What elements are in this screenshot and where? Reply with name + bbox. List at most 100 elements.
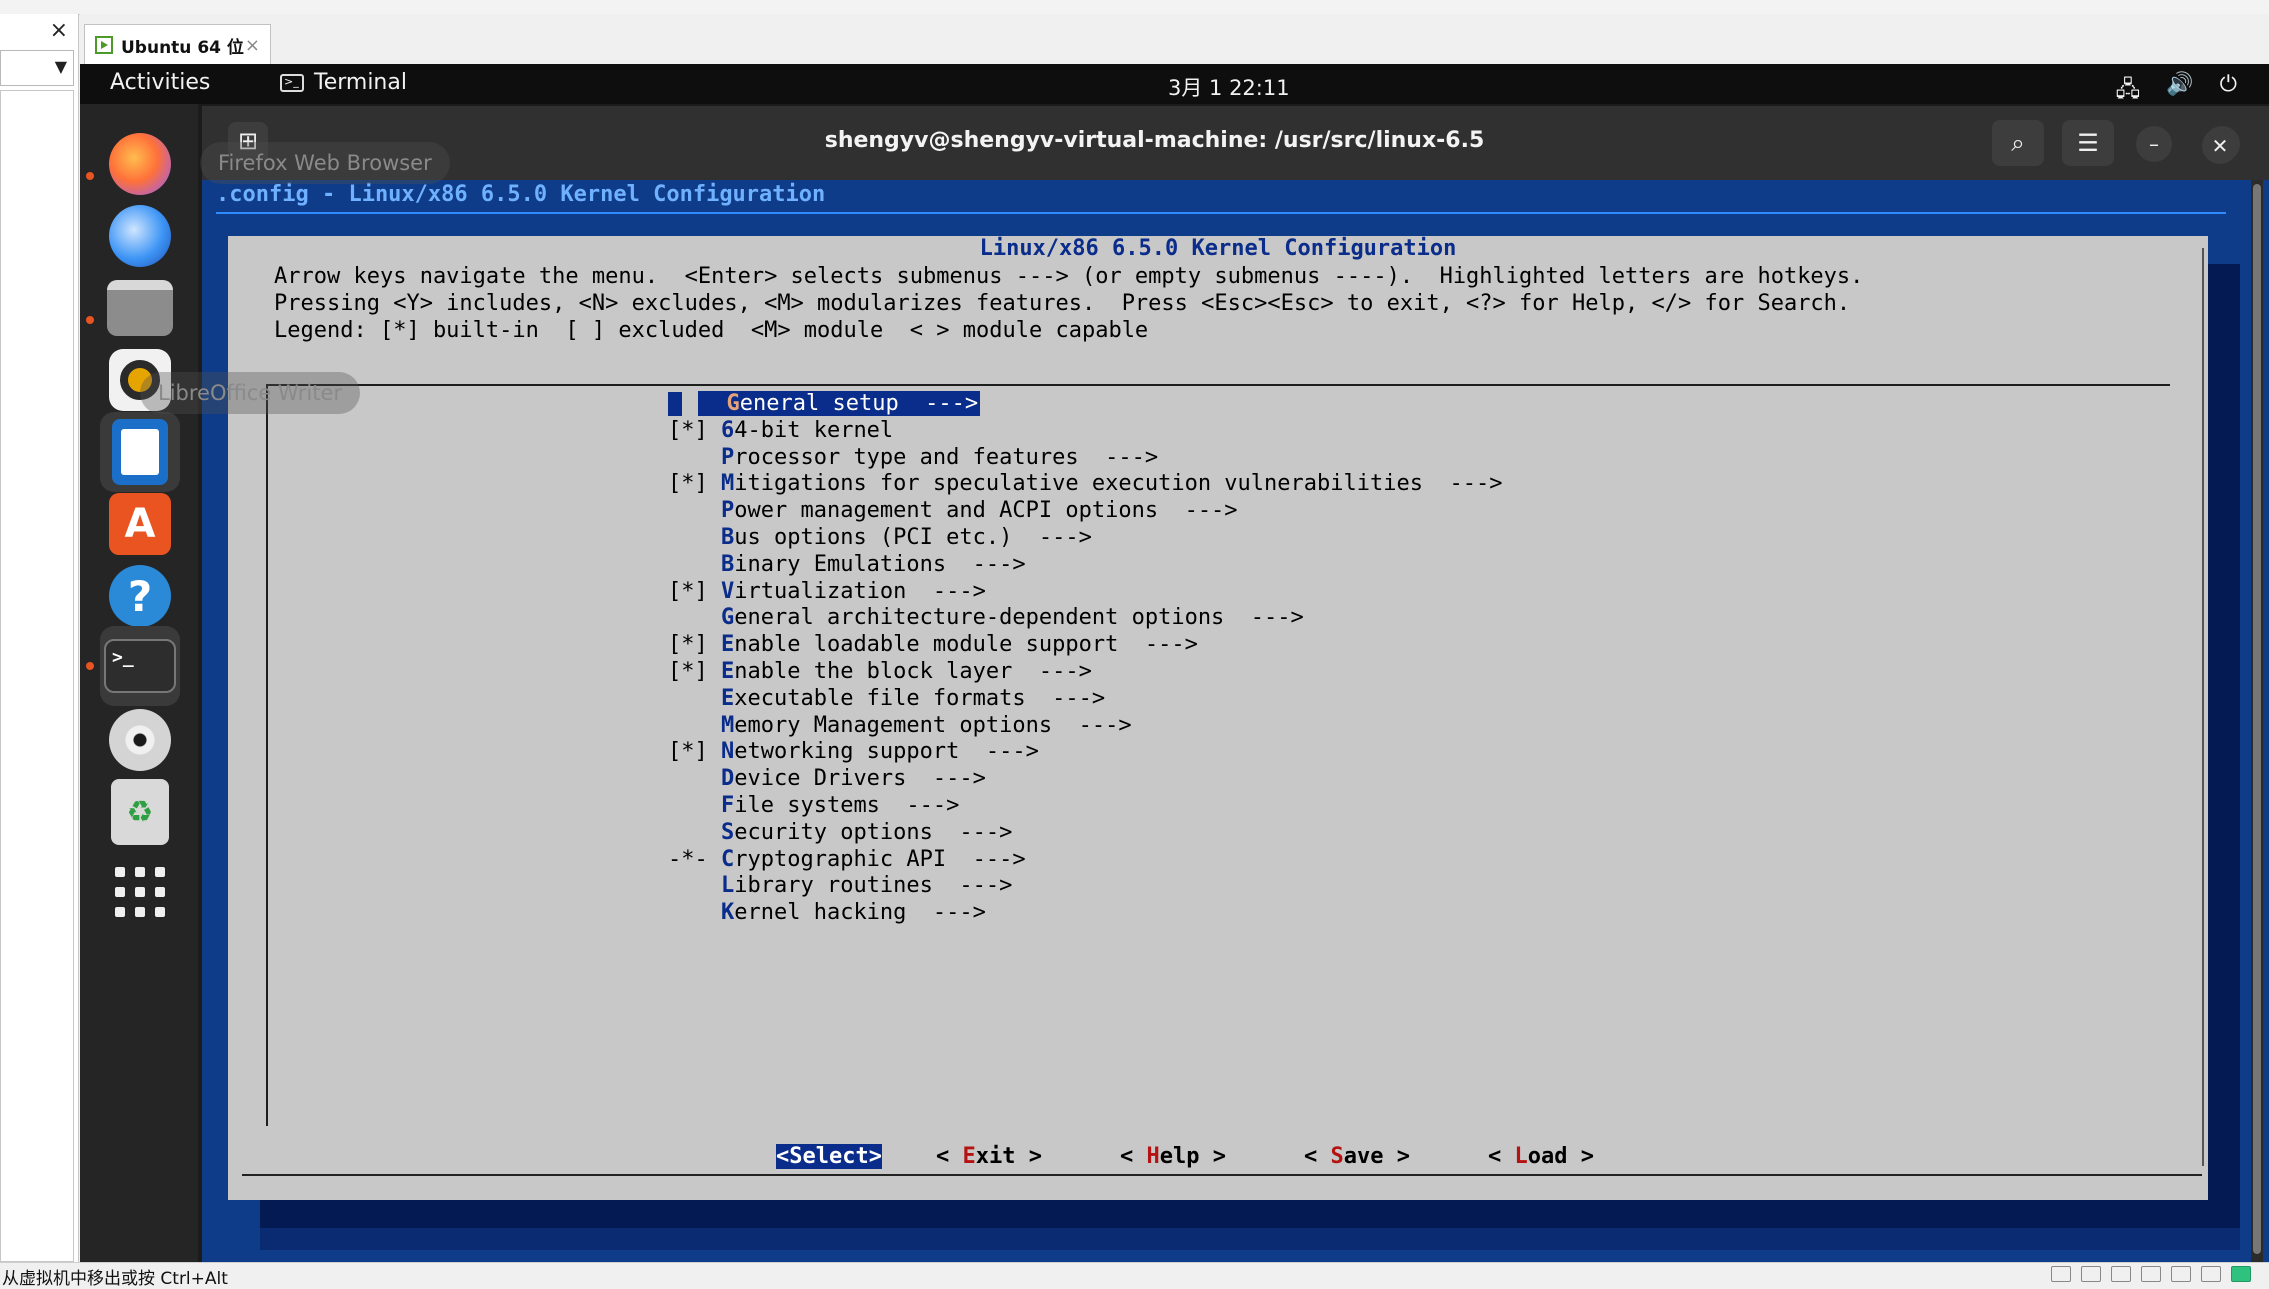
menu-item[interactable]: [*] Enable loadable module support ---> xyxy=(668,631,1198,658)
item-state xyxy=(668,873,721,898)
menu-button[interactable]: ☰ xyxy=(2062,120,2114,166)
search-button[interactable]: ⌕ xyxy=(1992,120,2044,166)
dock-item-help[interactable]: ? xyxy=(100,556,180,636)
terminal-headerbar[interactable]: ⊞ shengyv@shengyv-virtual-machine: /usr/… xyxy=(202,106,2269,180)
button-label: elp xyxy=(1159,1144,1200,1169)
clock[interactable]: 3月 1 22:11 xyxy=(1168,72,1290,102)
menu-item[interactable]: Library routines ---> xyxy=(668,872,1012,899)
app-grid-icon xyxy=(115,867,165,917)
scrollbar-thumb[interactable] xyxy=(2253,184,2261,1254)
terminal-icon: >_ xyxy=(104,639,176,693)
item-label: xecutable file formats ---> xyxy=(734,685,1106,711)
terminal-scrollbar[interactable] xyxy=(2251,180,2263,1262)
usb-icon[interactable] xyxy=(2201,1266,2221,1282)
item-state xyxy=(668,820,721,845)
item-state: -*- xyxy=(668,846,721,872)
menu-item[interactable]: File systems ---> xyxy=(668,792,959,819)
menu-item[interactable]: [*] Enable the block layer ---> xyxy=(668,658,1092,685)
bracket-open: < xyxy=(1120,1144,1147,1169)
printer-icon[interactable] xyxy=(2141,1266,2161,1282)
guest-desktop[interactable]: Activities >_ Terminal 3月 1 22:11 🖧 🔊 ⏻ xyxy=(80,64,2269,1262)
button-label: xit xyxy=(975,1144,1016,1169)
item-state xyxy=(668,552,721,577)
menu-item[interactable]: Executable file formats ---> xyxy=(668,685,1105,712)
item-label: itigations for speculative execution vul… xyxy=(734,471,1503,497)
menu-item[interactable]: [*] 64-bit kernel xyxy=(668,417,893,444)
library-filter-dropdown[interactable]: ▼ xyxy=(0,50,74,86)
dock-item-firefox[interactable] xyxy=(100,124,180,204)
document-icon xyxy=(112,419,168,485)
hamburger-icon: ☰ xyxy=(2077,129,2099,157)
button-row: <Select> < Exit > < Help > < Save > < Load > xyxy=(228,1144,2208,1174)
dock-item-terminal[interactable]: >_ xyxy=(100,626,180,706)
menu-item[interactable]: Memory Management options ---> xyxy=(668,712,1132,739)
app-menu-terminal[interactable]: >_ Terminal xyxy=(280,70,407,95)
hotkey-letter: L xyxy=(1514,1144,1528,1169)
vm-tab-bar: Ubuntu 64 位 × xyxy=(80,14,2269,65)
device-tray[interactable] xyxy=(2051,1266,2251,1282)
item-state xyxy=(668,793,721,818)
close-window-button[interactable]: ✕ xyxy=(2202,128,2238,164)
menu-item[interactable]: [*] Virtualization ---> xyxy=(668,578,986,605)
system-tray[interactable]: 🖧 🔊 ⏻ xyxy=(2116,72,2237,110)
hotkey-letter: C xyxy=(720,846,735,872)
minimize-button[interactable]: – xyxy=(2136,126,2172,162)
menu-list[interactable]: General setup ---> [*] 64-bit kernel Proc… xyxy=(266,384,2170,1126)
button-help[interactable]: < Help > xyxy=(1120,1144,1226,1169)
menu-item[interactable]: Security options ---> xyxy=(668,819,1012,846)
cdrom-icon[interactable] xyxy=(2081,1266,2101,1282)
dock-item-dvd[interactable] xyxy=(100,700,180,780)
host-status-bar: 从虚拟机中移出或按 Ctrl+Alt xyxy=(0,1262,2269,1289)
item-state xyxy=(668,766,721,791)
item-label: rocessor type and features ---> xyxy=(734,444,1159,470)
dock-item-files[interactable] xyxy=(100,268,180,348)
button-load[interactable]: < Load > xyxy=(1488,1144,1594,1169)
bracket-open: < xyxy=(1304,1144,1331,1169)
library-list[interactable] xyxy=(0,90,74,1262)
app-menu-label: Terminal xyxy=(314,70,407,95)
dock-item-thunderbird[interactable] xyxy=(100,196,180,276)
hotkey-letter: H xyxy=(1146,1144,1160,1169)
help-line: Arrow keys navigate the menu. <Enter> se… xyxy=(274,264,1864,289)
dock-item-libreoffice-writer[interactable] xyxy=(100,412,180,492)
menu-item[interactable]: -*- Cryptographic API ---> xyxy=(668,846,1026,873)
dock-item-trash[interactable]: ♻ xyxy=(100,772,180,852)
vm-status-icon[interactable] xyxy=(2231,1266,2251,1282)
running-indicator xyxy=(86,172,94,180)
menu-item[interactable]: [*] Networking support ---> xyxy=(668,738,1039,765)
hotkey-letter: S xyxy=(789,1144,803,1169)
hotkey-letter: V xyxy=(720,578,735,604)
menu-item[interactable]: Bus options (PCI etc.) ---> xyxy=(668,524,1092,551)
minimize-icon: – xyxy=(2149,132,2159,156)
hdd-icon[interactable] xyxy=(2051,1266,2071,1282)
vm-tab-close-icon[interactable]: × xyxy=(245,35,260,56)
activities-button[interactable]: Activities xyxy=(110,70,210,95)
item-label: ower management and ACPI options ---> xyxy=(734,498,1238,524)
button-save[interactable]: < Save > xyxy=(1304,1144,1410,1169)
menu-item[interactable]: General setup ---> xyxy=(668,390,981,417)
menu-item[interactable]: Device Drivers ---> xyxy=(668,765,986,792)
menu-item[interactable]: [*] Mitigations for speculative executio… xyxy=(668,470,1502,497)
library-close-icon[interactable]: × xyxy=(50,18,68,43)
show-apps-button[interactable] xyxy=(100,852,180,932)
terminal-small-icon: >_ xyxy=(280,73,304,92)
dock-item-app-center[interactable]: A xyxy=(100,484,180,564)
terminal-window[interactable]: ⊞ shengyv@shengyv-virtual-machine: /usr/… xyxy=(202,106,2269,1262)
window-title: shengyv@shengyv-virtual-machine: /usr/sr… xyxy=(824,128,1485,153)
menu-item[interactable]: Binary Emulations ---> xyxy=(668,551,1026,578)
menu-item[interactable]: Kernel hacking ---> xyxy=(668,899,986,926)
menu-item[interactable]: Processor type and features ---> xyxy=(668,444,1158,471)
folder-icon xyxy=(107,280,173,336)
button-exit[interactable]: < Exit > xyxy=(936,1144,1042,1169)
vm-tab-ubuntu[interactable]: Ubuntu 64 位 × xyxy=(84,24,271,65)
vm-tab-label: Ubuntu 64 位 xyxy=(121,37,244,58)
sound-icon[interactable] xyxy=(2171,1266,2191,1282)
terminal-content[interactable]: .config - Linux/x86 6.5.0 Kernel Configu… xyxy=(202,180,2269,1262)
item-label: ile systems ---> xyxy=(734,793,960,818)
menu-item[interactable]: Power management and ACPI options ---> xyxy=(668,497,1238,524)
item-state: [*] xyxy=(668,471,721,497)
help-line: Legend: [*] built-in [ ] excluded <M> mo… xyxy=(274,318,1149,343)
network-adapter-icon[interactable] xyxy=(2111,1266,2131,1282)
button-select[interactable]: <Select> xyxy=(776,1144,882,1169)
menu-item[interactable]: General architecture-dependent options -… xyxy=(668,604,1304,631)
